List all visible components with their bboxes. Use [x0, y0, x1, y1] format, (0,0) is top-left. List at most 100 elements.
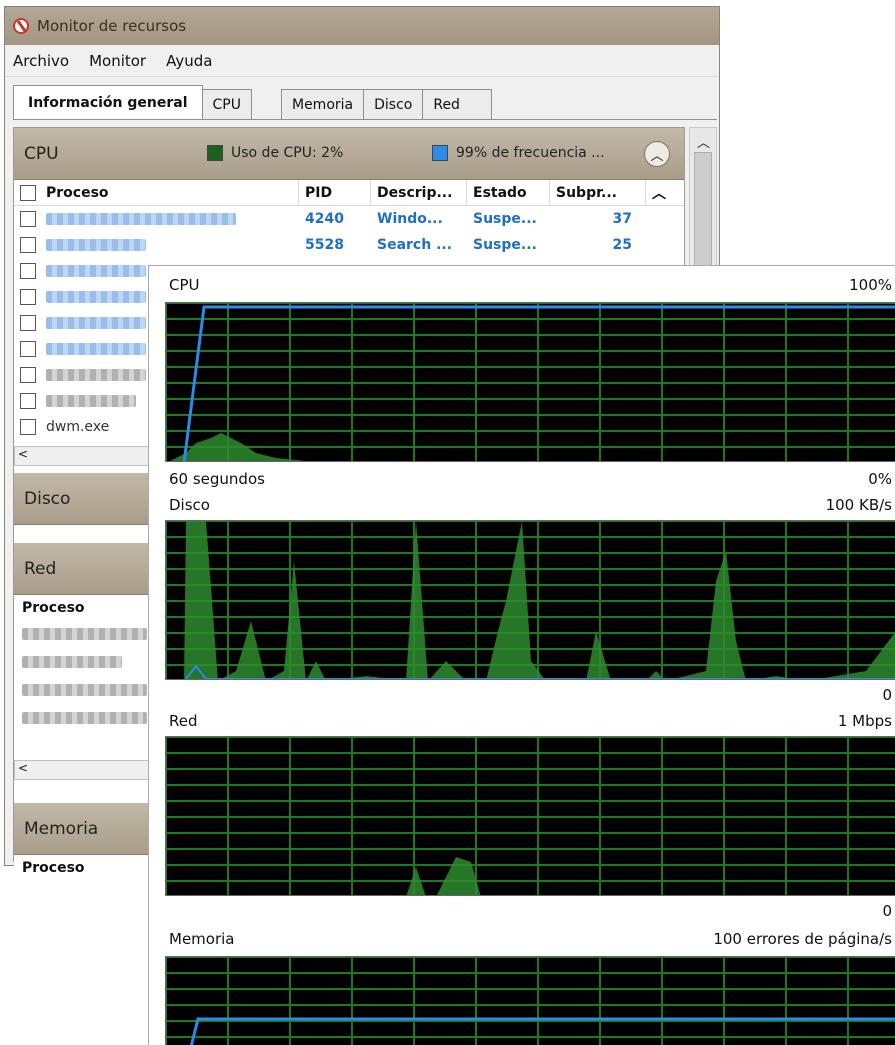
cpu-usage-swatch	[207, 145, 223, 161]
cpu-table-hscroll[interactable]: <	[14, 446, 154, 466]
process-name-redacted	[22, 628, 147, 640]
tab-strip: Información general CPU Memoria Disco Re…	[13, 85, 493, 119]
row-checkbox[interactable]	[20, 211, 36, 227]
network-activity-area	[406, 857, 481, 895]
disk-graph-svg	[166, 521, 895, 679]
memory-graph	[165, 956, 895, 1045]
network-table-hscroll[interactable]: <	[14, 760, 154, 780]
row-checkbox[interactable]	[20, 237, 36, 253]
process-name-redacted	[46, 239, 146, 251]
chevron-left-icon: <	[18, 761, 29, 775]
table-row[interactable]: 4240 Windo... Suspe... 37	[14, 206, 684, 232]
disk-section-title: Disco	[24, 488, 71, 509]
col-proceso-label: Proceso	[46, 184, 109, 201]
col-pid[interactable]: PID	[299, 180, 371, 205]
col-descripcion[interactable]: Descrip...	[371, 180, 467, 205]
menu-ayuda[interactable]: Ayuda	[166, 52, 212, 70]
cpu-graph-min: 0%	[868, 470, 892, 488]
process-name-redacted	[46, 213, 236, 225]
col-subprocesos-label: Subpr...	[556, 184, 617, 201]
memory-graph-max: 100 errores de página/s	[713, 930, 892, 948]
process-name-redacted	[46, 317, 146, 329]
tab-divider	[13, 119, 717, 120]
memory-used-line	[189, 1017, 895, 1045]
menu-bar: Archivo Monitor Ayuda	[5, 45, 719, 77]
col-estado[interactable]: Estado	[467, 180, 550, 205]
cpu-usage-legend: Uso de CPU: 2%	[207, 145, 343, 161]
process-name-redacted	[46, 265, 146, 277]
network-col-proceso[interactable]: Proceso	[14, 596, 154, 620]
resource-monitor-app-icon	[13, 18, 29, 34]
network-section-title: Red	[24, 558, 57, 579]
tab-memoria[interactable]: Memoria	[280, 89, 365, 119]
chevron-up-icon: ︿	[697, 136, 711, 151]
collapse-cpu-button[interactable]: ︿	[644, 141, 670, 167]
table-scroll-up[interactable]: ︿	[646, 180, 672, 205]
cpu-freq-legend: 99% de frecuencia ...	[432, 145, 605, 161]
row-checkbox[interactable]	[20, 289, 36, 305]
cpu-graph	[165, 302, 895, 462]
cpu-graph-title: CPU	[169, 276, 200, 294]
row-checkbox[interactable]	[20, 315, 36, 331]
network-graph-title: Red	[169, 712, 198, 730]
cpu-graph-grid	[166, 303, 895, 461]
network-process-list	[22, 628, 152, 724]
network-graph-max: 1 Mbps	[837, 712, 892, 730]
disk-graph-max: 100 KB/s	[825, 496, 892, 514]
col-subprocesos[interactable]: Subpr...	[550, 180, 646, 205]
select-all-checkbox[interactable]	[20, 184, 36, 201]
window-title: Monitor de recursos	[37, 17, 187, 35]
col-estado-label: Estado	[473, 184, 527, 201]
row-checkbox[interactable]	[20, 393, 36, 409]
menu-monitor[interactable]: Monitor	[89, 52, 146, 70]
cpu-usage-text: Uso de CPU: 2%	[231, 145, 344, 161]
cpu-freq-text: 99% de frecuencia ...	[456, 145, 605, 161]
memory-col-proceso[interactable]: Proceso	[14, 856, 154, 880]
cpu-table-header: Proceso PID Descrip... Estado Subpr... ︿	[14, 180, 684, 206]
process-name-redacted	[46, 395, 136, 407]
row-threads: 37	[612, 211, 632, 227]
title-bar[interactable]: Monitor de recursos	[5, 7, 719, 45]
disk-graph	[165, 520, 895, 680]
row-checkbox[interactable]	[20, 263, 36, 279]
cpu-section-title: CPU	[24, 143, 59, 164]
col-descripcion-label: Descrip...	[377, 184, 453, 201]
cpu-freq-swatch	[432, 145, 448, 161]
graph-panel: CPU 100% 60 segundos 0% Disco 100 KB/s 0…	[148, 265, 895, 1045]
disk-graph-min: 0	[882, 686, 892, 704]
row-pid: 4240	[305, 211, 344, 227]
network-graph-grid	[166, 737, 895, 895]
tab-cpu[interactable]: CPU	[201, 89, 252, 119]
scrollbar-thumb[interactable]	[694, 152, 712, 272]
process-name-redacted	[46, 369, 146, 381]
cpu-graph-svg	[166, 303, 895, 461]
memory-graph-grid	[166, 957, 895, 1045]
table-row[interactable]: 5528 Search ... Suspe... 25	[14, 232, 684, 258]
row-checkbox[interactable]	[20, 419, 36, 435]
tab-disco[interactable]: Disco	[363, 89, 424, 119]
process-name-redacted	[22, 712, 147, 724]
row-description: Windo...	[377, 211, 443, 227]
row-process-name: dwm.exe	[46, 419, 110, 435]
cpu-section-header[interactable]: CPU Uso de CPU: 2% 99% de frecuencia ...…	[14, 128, 684, 180]
memory-graph-title: Memoria	[169, 930, 235, 948]
network-graph-min: 0	[882, 902, 892, 920]
tab-red[interactable]: Red	[422, 89, 493, 119]
menu-archivo[interactable]: Archivo	[13, 52, 69, 70]
process-name-redacted	[22, 684, 147, 696]
memory-graph-svg	[166, 957, 895, 1045]
col-pid-label: PID	[305, 184, 333, 201]
network-graph	[165, 736, 895, 896]
row-description: Search ...	[377, 237, 453, 253]
network-graph-svg	[166, 737, 895, 895]
col-proceso[interactable]: Proceso	[14, 180, 299, 205]
row-threads: 25	[612, 237, 632, 253]
tab-informacion-general[interactable]: Información general	[13, 85, 203, 119]
row-checkbox[interactable]	[20, 341, 36, 357]
chevron-up-icon: ︿	[652, 185, 666, 202]
chevron-up-icon: ︿	[650, 148, 664, 164]
chevron-left-icon: <	[18, 447, 29, 461]
row-checkbox[interactable]	[20, 367, 36, 383]
process-name-redacted	[46, 291, 146, 303]
cpu-graph-max: 100%	[849, 276, 892, 294]
